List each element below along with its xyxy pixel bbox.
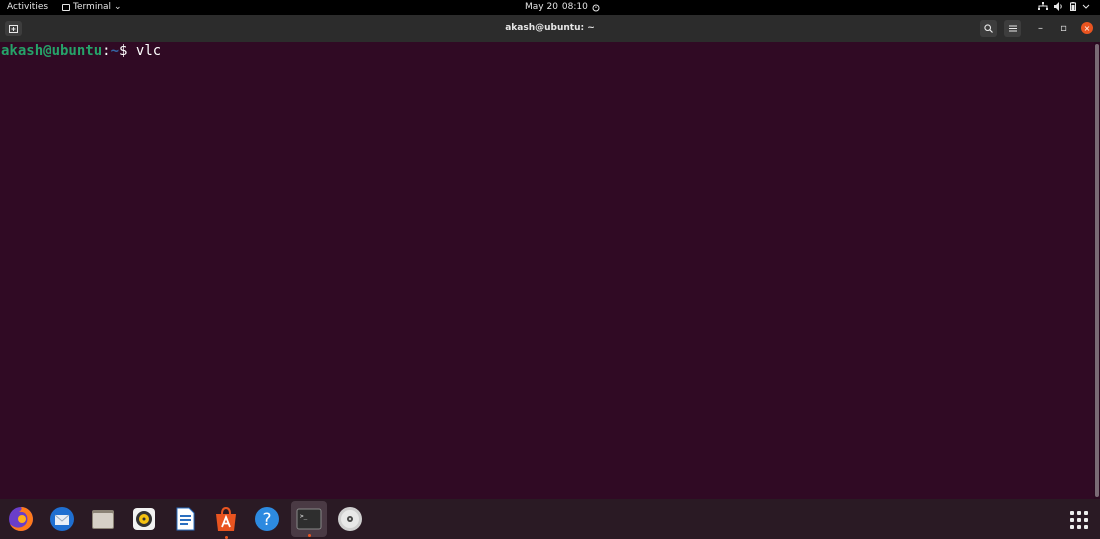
libreoffice-writer-icon xyxy=(176,507,195,531)
close-button[interactable]: × xyxy=(1081,22,1093,34)
prompt-user: akash@ubuntu xyxy=(1,43,103,59)
files-icon xyxy=(92,510,114,529)
window-title: akash@ubuntu: ~ xyxy=(505,23,595,33)
clock[interactable]: May 20 08:10 xyxy=(525,2,600,12)
maximize-button[interactable]: ▫ xyxy=(1055,20,1072,37)
dock-thunderbird[interactable] xyxy=(48,505,76,533)
app-menu-label: Terminal xyxy=(73,2,112,12)
app-menu[interactable]: Terminal ⌄ xyxy=(62,2,122,12)
dock-terminal[interactable]: >_ xyxy=(291,501,327,537)
dvd-icon xyxy=(338,507,362,531)
scrollbar-thumb[interactable] xyxy=(1095,44,1099,497)
show-applications-icon[interactable] xyxy=(1070,511,1088,529)
dock-ubuntu-software[interactable] xyxy=(212,505,240,539)
dock-help[interactable]: ? xyxy=(253,505,281,533)
prompt-symbol: $ xyxy=(119,43,136,59)
dock-dvd[interactable] xyxy=(336,505,364,533)
dock-firefox[interactable] xyxy=(7,505,35,533)
svg-text:>_: >_ xyxy=(300,513,308,520)
search-button[interactable] xyxy=(980,20,997,37)
top-bar: Activities Terminal ⌄ May 20 08:10 xyxy=(0,0,1100,15)
system-status-area[interactable] xyxy=(1038,2,1090,11)
dock-libreoffice-writer[interactable] xyxy=(171,505,199,533)
volume-icon xyxy=(1054,2,1062,11)
firefox-icon xyxy=(9,507,33,531)
running-indicator xyxy=(308,534,311,537)
terminal-line: akash@ubuntu:~$ vlc xyxy=(1,43,161,59)
time-label: 08:10 xyxy=(561,2,588,12)
rhythmbox-icon xyxy=(133,508,155,530)
terminal-icon: >_ xyxy=(296,508,322,530)
alarm-icon xyxy=(592,4,600,11)
terminal-scrollbar[interactable] xyxy=(1094,42,1100,499)
dock-files[interactable] xyxy=(89,505,117,533)
search-icon xyxy=(984,24,993,33)
help-icon: ? xyxy=(255,507,279,531)
window-titlebar[interactable]: akash@ubuntu: ~ – ▫ × xyxy=(0,15,1100,42)
prompt-separator: : xyxy=(102,43,111,59)
date-label: May 20 xyxy=(525,2,558,12)
terminal-area[interactable]: akash@ubuntu:~$ vlc xyxy=(0,42,1094,499)
activities-button[interactable]: Activities xyxy=(7,2,48,12)
terminal-app-icon xyxy=(62,3,70,11)
ubuntu-software-icon xyxy=(216,506,236,531)
network-icon xyxy=(1038,2,1048,10)
dock-rhythmbox[interactable] xyxy=(130,505,158,533)
thunderbird-icon xyxy=(50,507,74,531)
dock: ? >_ xyxy=(0,499,1100,539)
command-text: vlc xyxy=(135,43,162,59)
hamburger-icon xyxy=(1008,25,1017,32)
svg-text:?: ? xyxy=(262,510,271,530)
minimize-button[interactable]: – xyxy=(1032,20,1049,37)
menu-button[interactable] xyxy=(1004,20,1021,37)
prompt-path: ~ xyxy=(110,43,120,59)
chevron-down-icon: ⌄ xyxy=(114,2,122,12)
system-menu-chevron-icon xyxy=(1082,4,1090,9)
battery-icon xyxy=(1070,2,1076,11)
